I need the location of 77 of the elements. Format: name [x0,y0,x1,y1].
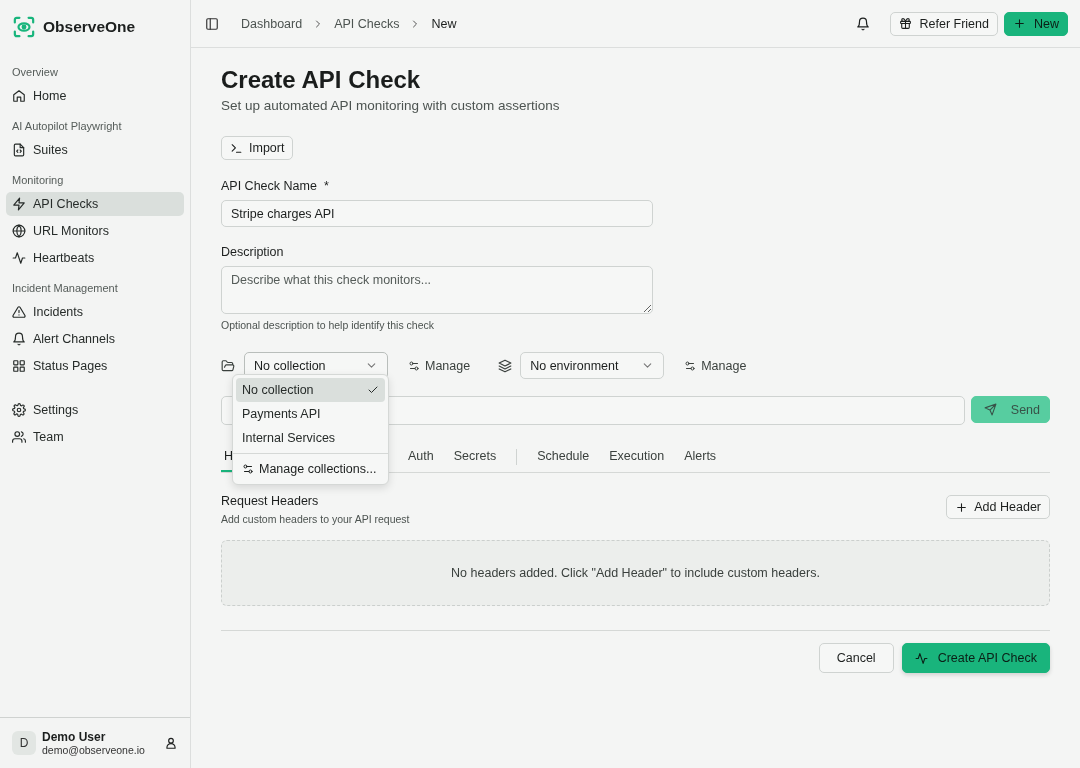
send-icon [983,403,997,416]
page-subtitle: Set up automated API monitoring with custom assertions [221,98,561,113]
breadcrumb[interactable]: Dashboard [241,16,303,31]
sliders-icon [408,359,420,372]
sidebar-item[interactable]: Alert Channels [6,327,184,351]
user-icon [164,736,178,750]
page-title: Create API Check [221,66,422,94]
section-title: Request Headers [221,494,320,508]
pulse-icon [12,251,26,265]
check-icon [367,384,379,396]
warning-icon [12,305,26,319]
sidebar-toggle-icon [205,16,219,31]
account-button[interactable] [164,736,178,750]
name-input-field[interactable]: Stripe charges API [221,200,653,227]
import-button[interactable]: Import [221,136,294,160]
sidebar-item[interactable]: Suites [6,138,184,162]
pulse-icon [914,651,928,665]
create-button[interactable]: Create API Check [901,643,1050,673]
add-header-button[interactable]: Add Header [946,495,1050,519]
menu-option[interactable]: Manage collections... [236,457,385,481]
user-name: Demo User [42,730,107,744]
cancel-button[interactable]: Cancel [818,643,894,673]
manage-button[interactable]: Manage [400,353,479,378]
bell-icon [855,16,870,31]
menu-option[interactable]: No collection [236,378,385,402]
tab[interactable]: Schedule [527,442,600,472]
tab[interactable]: Alerts [674,442,727,472]
field-label: Description [221,245,285,259]
sidebar-item[interactable]: API Checks [6,192,184,216]
empty-headers-panel: No headers added. Click "Add Header" to include custom headers. [221,540,1050,606]
folder-icon [221,358,235,373]
lightning-icon [12,197,26,211]
brand-name: ObserveOne [43,18,136,36]
user-avatar: D [12,731,36,755]
field-label: API Check Name * [221,179,330,193]
user-email: demo@observeone.io [42,744,146,756]
menu-option[interactable]: Payments API [236,402,385,426]
home-icon [12,89,26,103]
sidebar-item[interactable]: Team [6,425,184,449]
field-hint: Optional description to help identify this check [221,319,436,331]
bell-icon [12,332,26,346]
terminal-icon [230,141,243,155]
section-heading: Overview [11,66,59,78]
breadcrumb: New [431,16,457,31]
sidebar-item[interactable]: Status Pages [6,354,184,378]
section-heading: Monitoring [11,174,65,186]
refer-friend-button[interactable]: Refer Friend [889,11,998,36]
logo-icon [13,16,35,38]
sidebar-item[interactable]: Heartbeats [6,246,184,270]
users-icon [12,430,26,444]
section-heading: Incident Management [11,282,119,294]
plus-icon [1013,17,1026,30]
sidebar-item[interactable]: Incidents [6,300,184,324]
settings-icon [12,403,26,417]
section-subtitle: Add custom headers to your API request [221,513,410,525]
file-code-icon [12,143,26,157]
manage-button[interactable]: Manage [676,353,755,378]
description-field[interactable]: Describe what this check monitors... [221,266,653,314]
sidebar-item[interactable]: URL Monitors [6,219,184,243]
new-button[interactable]: New [1004,11,1068,36]
environment-select[interactable]: No environment [520,352,665,379]
tab[interactable]: Auth [398,442,444,472]
section-heading: AI Autopilot Playwright [11,120,123,132]
globe-icon [12,224,26,238]
plus-icon [955,500,969,514]
breadcrumb[interactable]: API Checks [334,16,400,31]
sidebar-item[interactable]: Home [6,84,184,108]
sidebar-item[interactable]: Settings [6,398,184,422]
notifications-button[interactable] [855,16,870,31]
layers-icon [498,358,513,373]
sliders-icon [684,359,697,372]
sliders-icon [242,463,254,475]
tab[interactable]: Secrets [443,442,507,472]
menu-option[interactable]: Internal Services [236,426,385,450]
tab[interactable]: Execution [599,442,675,472]
gift-icon [898,17,912,30]
grid-icon [12,359,26,373]
